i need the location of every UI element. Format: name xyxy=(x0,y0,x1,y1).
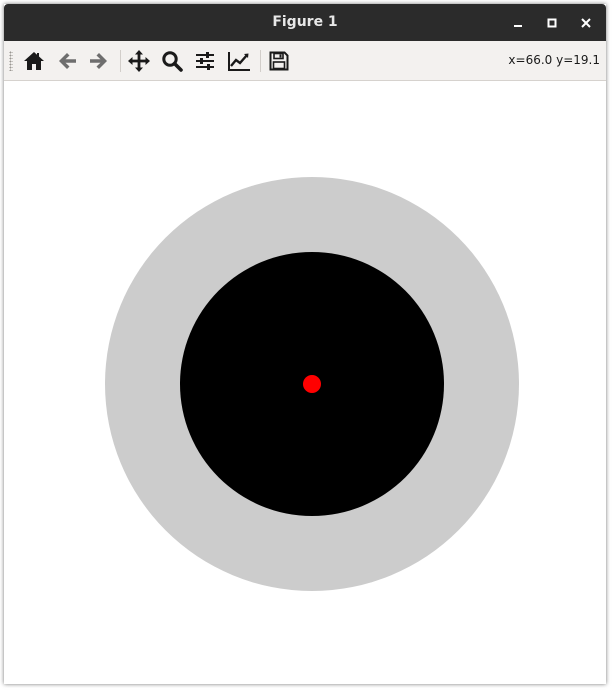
minimize-icon xyxy=(514,25,522,27)
toolbar-separator xyxy=(120,50,121,72)
back-arrow-icon xyxy=(59,53,76,69)
maximize-button[interactable] xyxy=(541,12,563,34)
center-red-dot xyxy=(303,375,321,393)
save-icon xyxy=(269,51,289,71)
edit-axis-icon xyxy=(228,52,250,71)
toolbar-grip xyxy=(9,51,13,71)
close-icon xyxy=(581,18,591,28)
edit-axis-button[interactable] xyxy=(225,47,253,75)
figure-canvas[interactable] xyxy=(4,81,606,684)
back-button[interactable] xyxy=(53,47,81,75)
home-icon xyxy=(24,52,44,70)
navigation-toolbar: x=66.0 y=19.1 xyxy=(4,41,606,81)
toolbar-separator xyxy=(260,50,261,72)
plot-svg xyxy=(105,177,519,591)
pan-icon xyxy=(128,50,150,72)
forward-button[interactable] xyxy=(85,47,113,75)
pan-button[interactable] xyxy=(125,47,153,75)
zoom-button[interactable] xyxy=(158,47,186,75)
subplots-config-icon xyxy=(196,52,214,70)
zoom-icon xyxy=(162,51,183,72)
minimize-button[interactable] xyxy=(507,12,529,34)
configure-subplots-button[interactable] xyxy=(191,47,219,75)
close-button[interactable] xyxy=(575,12,597,34)
home-button[interactable] xyxy=(20,47,48,75)
maximize-icon xyxy=(547,18,557,28)
title-bar[interactable]: Figure 1 xyxy=(4,4,606,41)
cursor-coordinates: x=66.0 y=19.1 xyxy=(508,53,600,67)
figure-window: Figure 1 x=66.0 y=19.1 xyxy=(4,4,606,684)
save-button[interactable] xyxy=(265,47,293,75)
forward-arrow-icon xyxy=(90,53,107,69)
